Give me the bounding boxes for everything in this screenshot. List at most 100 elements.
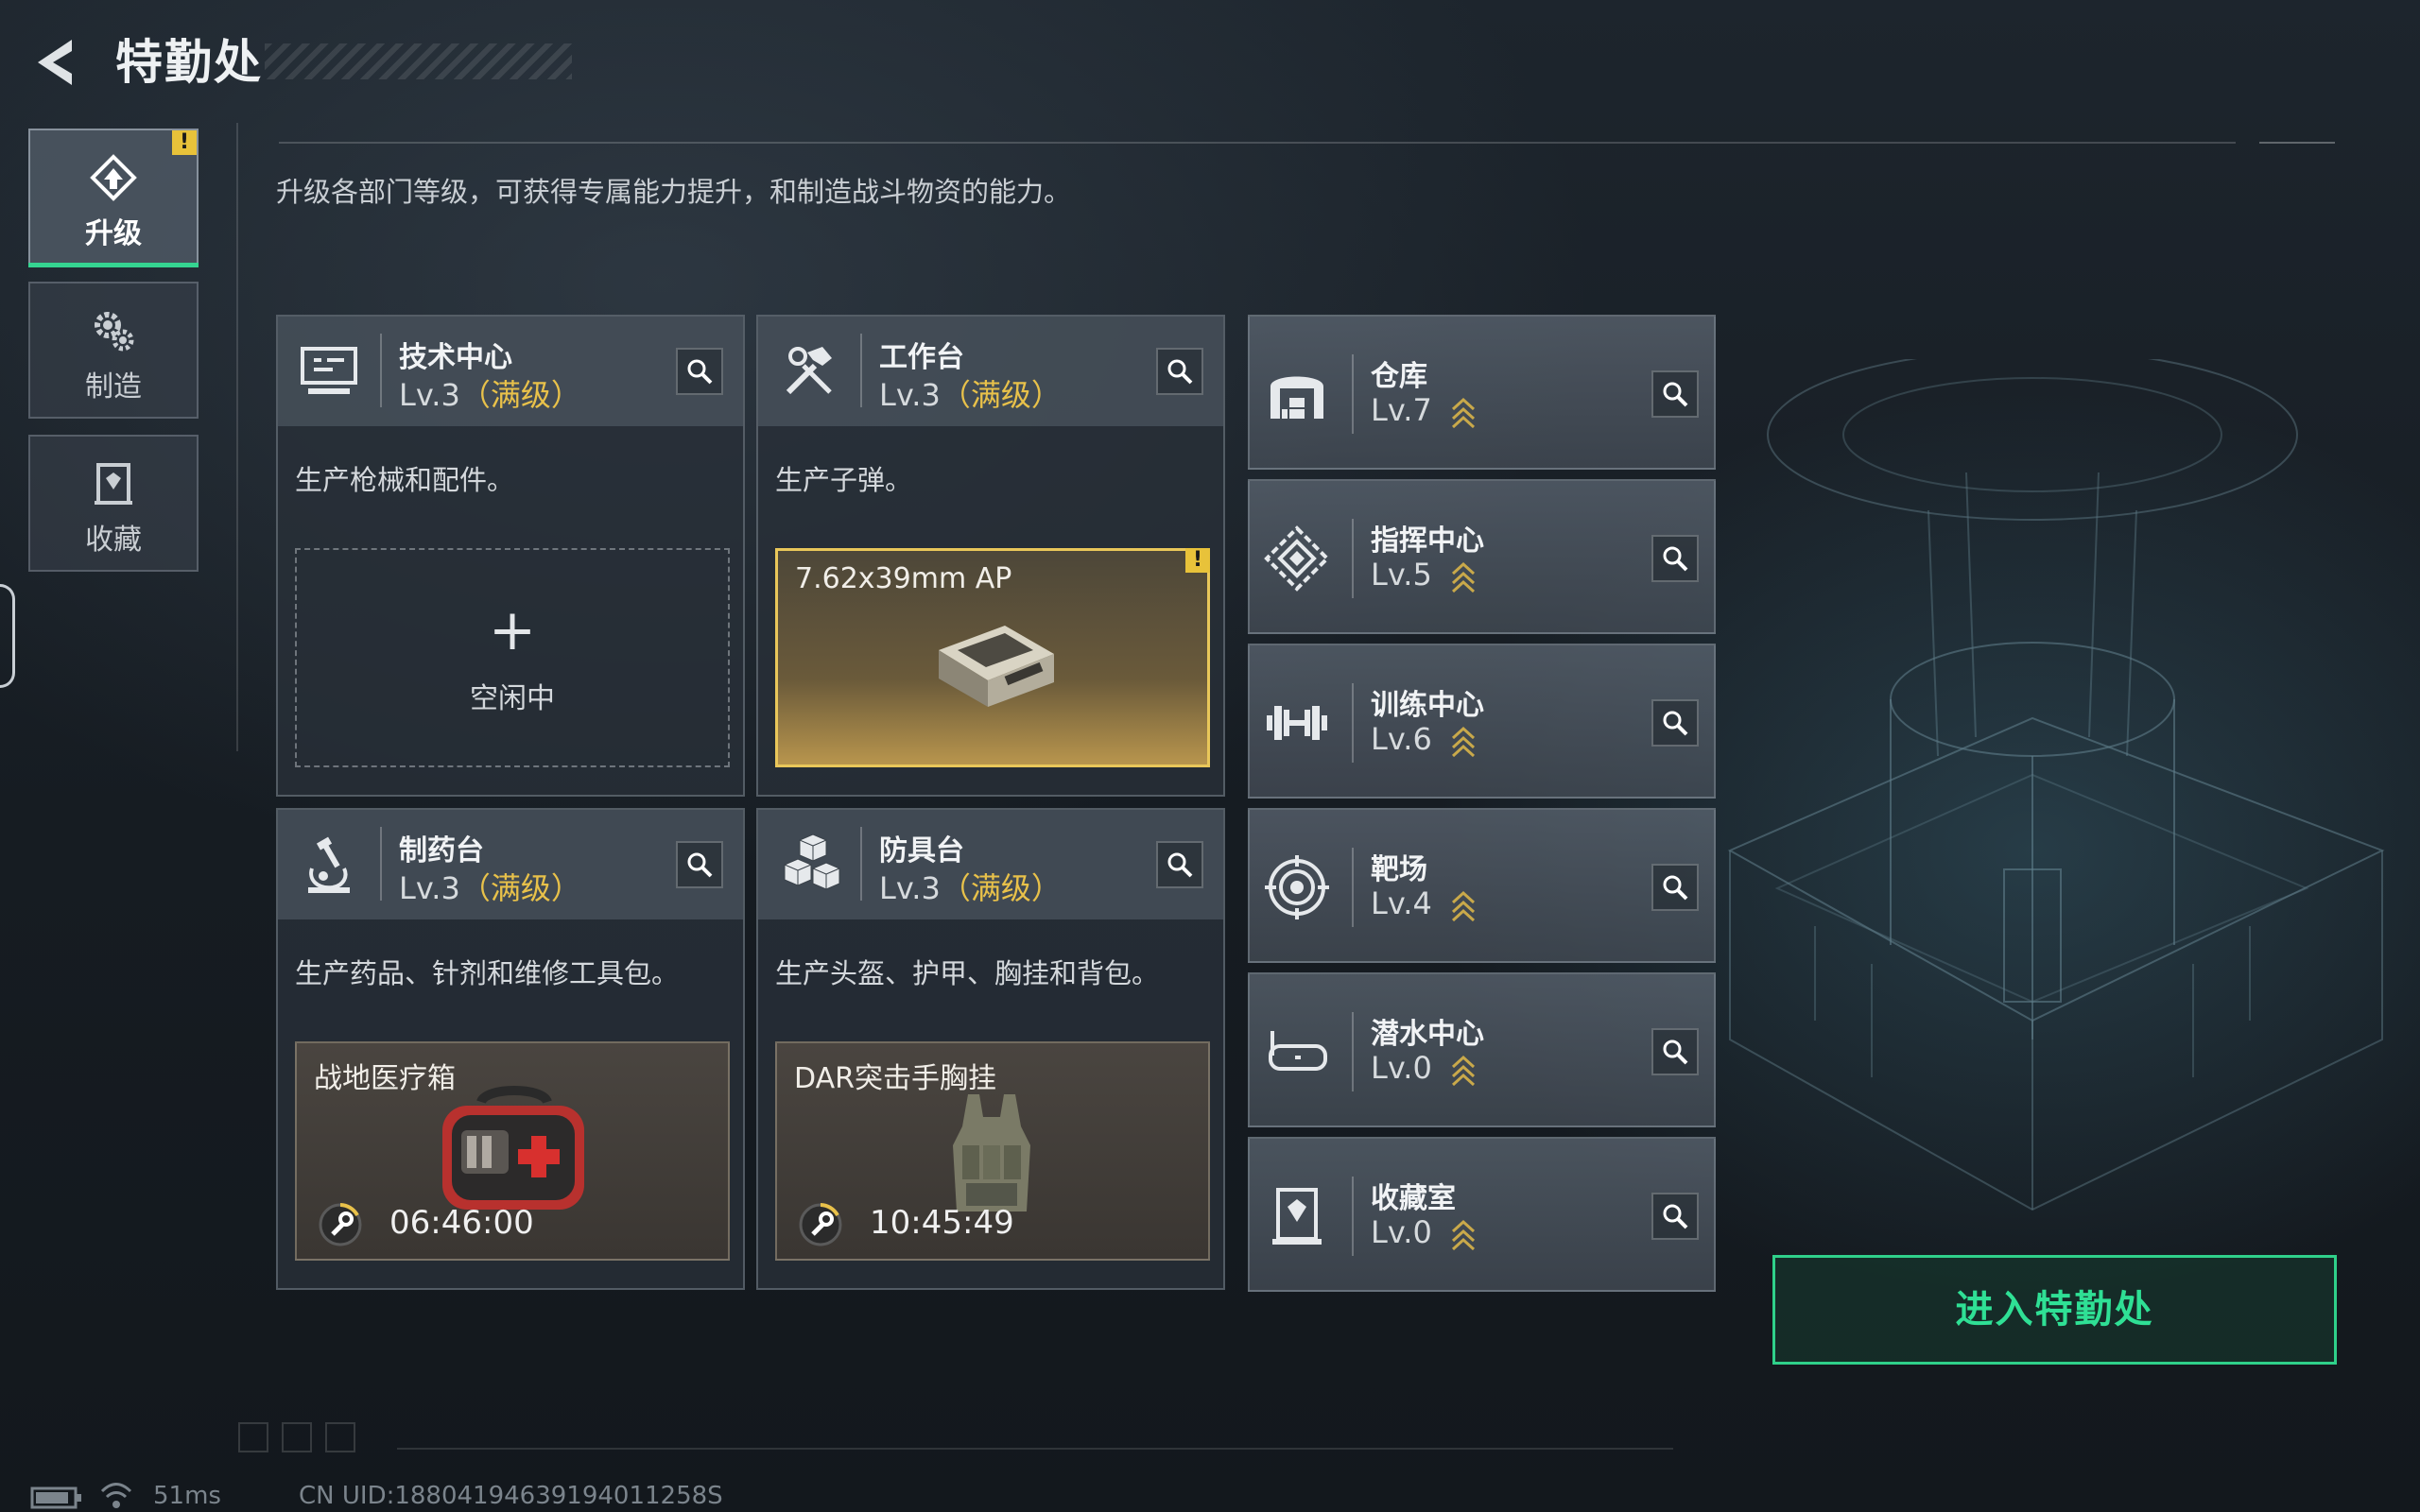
facility-card-collection-room[interactable]: 收藏室 Lv.0 <box>1248 1137 1716 1292</box>
facility-name: 潜水中心 <box>1371 1018 1484 1051</box>
search-icon <box>1663 875 1688 901</box>
divider <box>380 334 382 407</box>
wrench-icon <box>799 1203 842 1246</box>
page-title: 特勤处 <box>115 35 263 90</box>
search-button[interactable] <box>1651 1028 1699 1075</box>
side-handle[interactable] <box>0 584 15 688</box>
building-illustration <box>1727 359 2385 1211</box>
item-name: 7.62x39mm AP <box>795 562 1012 595</box>
workshop-card-armory[interactable]: 防具台 Lv.3（满级） 生产头盔、护甲、胸挂和背包。 DAR突击手胸挂 10:… <box>756 808 1225 1290</box>
search-icon <box>1663 1040 1688 1065</box>
page-subtitle: 升级各部门等级，可获得专属能力提升，和制造战斗物资的能力。 <box>276 176 1072 208</box>
card-header: 防具台 Lv.3（满级） <box>758 810 1223 919</box>
facility-card-shooting-range[interactable]: 靶场 Lv.4 <box>1248 808 1716 963</box>
search-icon <box>1663 711 1688 736</box>
workshop-name: 工作台 <box>879 341 964 374</box>
search-icon <box>687 359 713 385</box>
workshop-card-pharmacy[interactable]: 制药台 Lv.3（满级） 生产药品、针剂和维修工具包。 战地医疗箱 06:46:… <box>276 808 745 1290</box>
hammer-wrench-icon <box>786 347 832 395</box>
search-button[interactable] <box>1156 348 1203 395</box>
divider <box>279 142 2236 144</box>
facility-card-training-center[interactable]: 训练中心 Lv.6 <box>1248 644 1716 799</box>
craft-timer: 06:46:00 <box>389 1204 534 1242</box>
card-header: 工作台 Lv.3（满级） <box>758 317 1223 426</box>
workshop-description: 生产药品、针剂和维修工具包。 <box>295 957 680 989</box>
facility-name: 仓库 <box>1371 360 1427 393</box>
armor-boxes-icon <box>783 833 841 890</box>
craft-timer: 10:45:49 <box>870 1204 1014 1242</box>
upgrade-arrows-icon <box>1451 561 1475 593</box>
wrench-icon <box>319 1203 362 1246</box>
tab-label: 收藏 <box>85 524 142 557</box>
battery-icon <box>30 1486 81 1509</box>
workshop-card-tech-center[interactable]: 技术中心 Lv.3（满级） 生产枪械和配件。 + 空闲中 <box>276 315 745 797</box>
search-icon <box>1663 546 1688 572</box>
search-button[interactable] <box>1651 864 1699 911</box>
craft-slot-in-progress[interactable]: DAR突击手胸挂 10:45:49 <box>775 1041 1210 1261</box>
craft-slot-in-progress[interactable]: 战地医疗箱 06:46:00 <box>295 1041 730 1261</box>
facility-card-command-center[interactable]: 指挥中心 Lv.5 <box>1248 479 1716 634</box>
upgrade-icon <box>90 154 137 201</box>
divider <box>1352 354 1354 434</box>
workshop-description: 生产子弹。 <box>775 464 913 496</box>
divider <box>1352 1177 1354 1256</box>
slot-status: 空闲中 <box>470 682 555 715</box>
search-icon <box>1663 1204 1688 1229</box>
search-button[interactable] <box>1156 841 1203 888</box>
search-icon <box>687 852 713 878</box>
facility-card-warehouse[interactable]: 仓库 Lv.7 <box>1248 315 1716 470</box>
plus-icon: + <box>488 597 537 663</box>
search-button[interactable] <box>676 841 723 888</box>
title-stripe <box>265 43 572 79</box>
divider <box>860 827 862 901</box>
divider <box>2259 142 2335 144</box>
command-center-icon <box>1264 525 1330 592</box>
tab-label: 制造 <box>85 370 142 404</box>
diving-mask-icon <box>1269 1031 1327 1071</box>
enter-special-ops-button[interactable]: 进入特勤处 <box>1772 1255 2337 1365</box>
facility-card-diving-center[interactable]: 潜水中心 Lv.0 <box>1248 972 1716 1127</box>
facility-level: Lv.7 <box>1371 392 1476 428</box>
search-button[interactable] <box>1651 370 1699 418</box>
divider <box>1352 848 1354 927</box>
facility-level: Lv.0 <box>1371 1050 1476 1086</box>
facility-name: 靶场 <box>1371 853 1427 886</box>
workshop-card-workbench[interactable]: 工作台 Lv.3（满级） 生产子弹。 7.62x39mm AP ! <box>756 315 1225 797</box>
workshop-description: 生产枪械和配件。 <box>295 464 515 496</box>
craft-slot-empty[interactable]: + 空闲中 <box>295 548 730 767</box>
decorative-square <box>238 1422 268 1452</box>
upgrade-arrows-icon <box>1451 397 1475 428</box>
tab-upgrade[interactable]: 升级 ! <box>28 129 199 267</box>
divider <box>1352 683 1354 763</box>
tab-collection[interactable]: 收藏 <box>28 435 199 572</box>
search-icon <box>1663 382 1688 407</box>
search-button[interactable] <box>1651 535 1699 582</box>
search-button[interactable] <box>1651 1193 1699 1240</box>
workshop-name: 制药台 <box>399 834 484 868</box>
chest-rig-image <box>953 1094 1030 1211</box>
facility-level: Lv.4 <box>1371 885 1476 921</box>
upgrade-arrows-icon <box>1451 1055 1475 1086</box>
facility-level: Lv.0 <box>1371 1214 1476 1250</box>
computer-icon <box>301 347 357 394</box>
workshop-description: 生产头盔、护甲、胸挂和背包。 <box>775 957 1160 989</box>
microscope-icon <box>308 836 350 893</box>
divider <box>860 334 862 407</box>
ping-value: 51ms <box>153 1482 221 1510</box>
search-button[interactable] <box>676 348 723 395</box>
user-uid: CN UID:18804194639194011258S <box>299 1482 723 1510</box>
warning-badge: ! <box>1185 548 1210 573</box>
tab-craft[interactable]: 制造 <box>28 282 199 419</box>
facility-name: 收藏室 <box>1371 1182 1456 1215</box>
tab-label: 升级 <box>85 217 142 250</box>
divider <box>236 123 238 751</box>
collection-room-icon <box>1272 1188 1322 1245</box>
back-arrow-icon[interactable] <box>28 34 79 91</box>
facility-level: Lv.6 <box>1371 721 1476 757</box>
search-button[interactable] <box>1651 699 1699 747</box>
upgrade-arrows-icon <box>1451 1219 1475 1250</box>
facility-name: 训练中心 <box>1371 689 1484 722</box>
collection-icon <box>95 463 132 505</box>
facility-name: 指挥中心 <box>1371 524 1484 558</box>
craft-slot-completed[interactable]: 7.62x39mm AP ! <box>775 548 1210 767</box>
